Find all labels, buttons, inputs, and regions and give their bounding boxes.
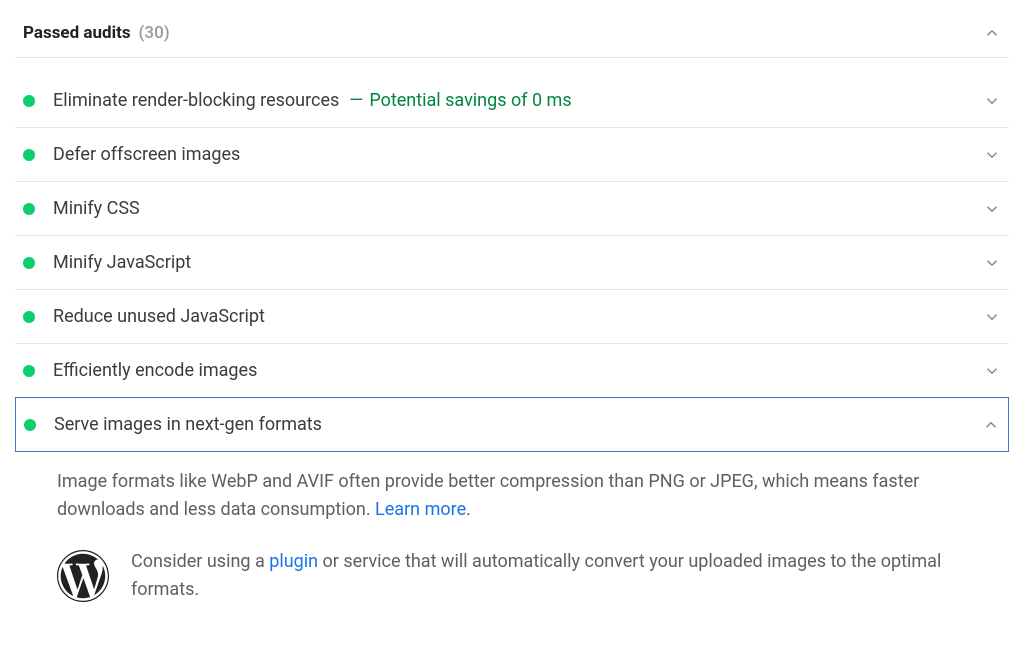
learn-more-link[interactable]: Learn more	[375, 499, 466, 520]
pass-bullet-icon	[23, 365, 35, 377]
audit-list: Eliminate render-blocking resources — Po…	[15, 74, 1009, 452]
wordpress-recommendation: Consider using a plugin or service that …	[15, 548, 1009, 604]
detail-text-before: Image formats like WebP and AVIF often p…	[57, 471, 919, 520]
passed-audits-header[interactable]: Passed audits (30)	[15, 15, 1009, 58]
audit-label: Minify CSS	[53, 198, 983, 219]
rec-text-before: Consider using a	[131, 551, 269, 572]
chevron-down-icon	[983, 146, 1001, 164]
audit-description: Image formats like WebP and AVIF often p…	[57, 468, 1001, 524]
pass-bullet-icon	[24, 419, 36, 431]
chevron-down-icon	[983, 308, 1001, 326]
chevron-down-icon	[983, 92, 1001, 110]
audit-savings: Potential savings of 0 ms	[369, 90, 571, 111]
chevron-down-icon	[983, 254, 1001, 272]
section-title: Passed audits	[23, 23, 131, 43]
pass-bullet-icon	[23, 95, 35, 107]
audit-detail: Image formats like WebP and AVIF often p…	[15, 452, 1009, 524]
audit-row-eliminate-render-blocking[interactable]: Eliminate render-blocking resources — Po…	[15, 74, 1009, 128]
audit-label: Minify JavaScript	[53, 252, 983, 273]
chevron-up-icon	[982, 416, 1000, 434]
pass-bullet-icon	[23, 149, 35, 161]
audit-label: Defer offscreen images	[53, 144, 983, 165]
audit-row-minify-javascript[interactable]: Minify JavaScript	[15, 236, 1009, 290]
pass-bullet-icon	[23, 311, 35, 323]
section-count: (30)	[139, 23, 170, 43]
pass-bullet-icon	[23, 257, 35, 269]
audit-row-efficiently-encode-images[interactable]: Efficiently encode images	[15, 344, 1009, 398]
audit-label-wrap: Eliminate render-blocking resources — Po…	[53, 90, 983, 111]
wordpress-icon	[57, 550, 109, 602]
audit-label: Efficiently encode images	[53, 360, 983, 381]
audit-row-defer-offscreen-images[interactable]: Defer offscreen images	[15, 128, 1009, 182]
audit-label: Reduce unused JavaScript	[53, 306, 983, 327]
chevron-down-icon	[983, 362, 1001, 380]
chevron-down-icon	[983, 200, 1001, 218]
recommendation-text: Consider using a plugin or service that …	[131, 548, 1001, 604]
chevron-up-icon	[983, 24, 1001, 42]
audit-row-minify-css[interactable]: Minify CSS	[15, 182, 1009, 236]
detail-text-after: .	[466, 499, 471, 520]
audit-label: Eliminate render-blocking resources	[53, 90, 339, 111]
audit-row-next-gen-formats[interactable]: Serve images in next-gen formats	[15, 397, 1009, 452]
dash-separator: —	[349, 90, 363, 111]
audit-label: Serve images in next-gen formats	[54, 414, 982, 435]
audit-row-reduce-unused-js[interactable]: Reduce unused JavaScript	[15, 290, 1009, 344]
plugin-link[interactable]: plugin	[269, 551, 318, 572]
section-title-wrap: Passed audits (30)	[23, 23, 170, 43]
pass-bullet-icon	[23, 203, 35, 215]
